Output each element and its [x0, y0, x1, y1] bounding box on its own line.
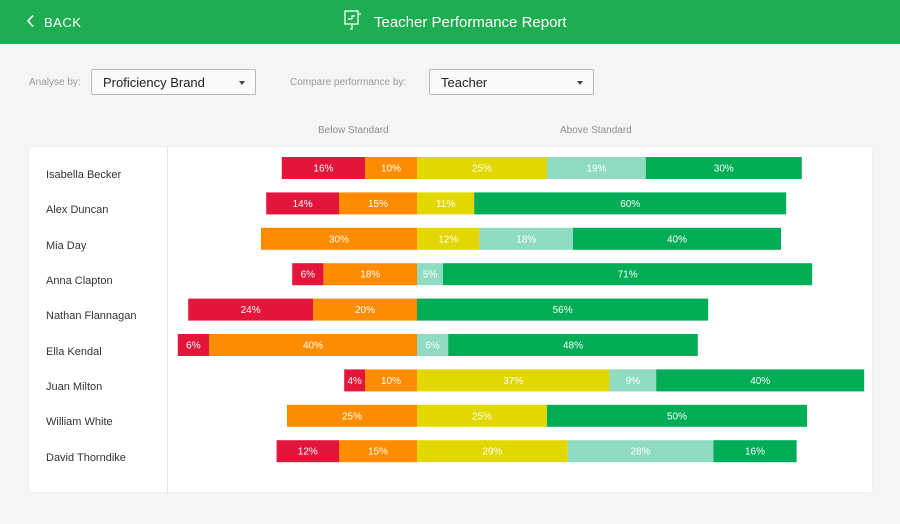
bar-segment-label: 6%	[186, 341, 201, 352]
bar-segment-label: 14%	[293, 199, 313, 210]
back-label: BACK	[44, 14, 82, 30]
bar-segment-label: 40%	[303, 341, 323, 352]
bar-segment-label: 12%	[438, 234, 458, 245]
analyse-by-value: Proficiency Brand	[103, 74, 205, 90]
caret-down-icon	[577, 81, 583, 85]
compare-by-value: Teacher	[441, 74, 488, 90]
header-title-group: Teacher Performance Report	[344, 0, 567, 44]
page-title: Teacher Performance Report	[374, 13, 567, 31]
filter-controls: Analyse by: Proficiency Brand Compare pe…	[0, 69, 900, 97]
bar-segment-label: 6%	[301, 270, 316, 281]
bar-segment-label: 30%	[714, 164, 734, 175]
bar-segment-label: 16%	[745, 447, 765, 458]
analyse-by-label: Analyse by:	[29, 77, 81, 88]
below-standard-label: Below Standard	[318, 125, 389, 136]
bar-segment-label: 11%	[436, 199, 455, 210]
bar-segment-label: 18%	[516, 234, 536, 245]
bar-segment-label: 15%	[368, 199, 388, 210]
bar-segment-label: 56%	[553, 305, 573, 316]
bar-segment-label: 5%	[423, 270, 438, 281]
bar-segment-label: 20%	[355, 305, 375, 316]
bar-segment-label: 10%	[381, 376, 401, 387]
bar-segment-label: 12%	[298, 447, 318, 458]
bar-segment-label: 16%	[313, 164, 333, 175]
bar-segment-label: 25%	[472, 164, 492, 175]
bar-segment-label: 9%	[626, 376, 641, 387]
report-icon	[344, 9, 362, 35]
bar-segment-label: 50%	[667, 411, 687, 422]
bar-segment-label: 24%	[241, 305, 261, 316]
bar-segment-label: 40%	[750, 376, 770, 387]
compare-by-dropdown[interactable]: Teacher	[429, 69, 594, 95]
analyse-by-dropdown[interactable]: Proficiency Brand	[91, 69, 256, 95]
back-button[interactable]: BACK	[26, 0, 81, 44]
bar-segment-label: 37%	[503, 376, 523, 387]
compare-by-label: Compare performance by:	[290, 77, 407, 88]
bar-segment-label: 4%	[347, 376, 362, 387]
bar-segment-label: 15%	[368, 447, 388, 458]
header-bar: BACK Teacher Performance Report	[0, 0, 900, 44]
bar-segment-label: 60%	[620, 199, 640, 210]
bar-segment-label: 25%	[342, 411, 362, 422]
above-standard-label: Above Standard	[560, 125, 632, 136]
bar-segment-label: 40%	[667, 234, 687, 245]
chart-panel: Isabella Becker Alex Duncan Mia Day Anna…	[29, 147, 872, 492]
bar-segment-label: 29%	[482, 447, 502, 458]
bar-segment-label: 6%	[425, 341, 440, 352]
chevron-left-icon	[26, 14, 36, 31]
diverging-stacked-bar-chart: 10% 16% 25% 19% 30% 15% 14% 11% 60% 30% 12% 18% 40% 1…	[177, 157, 865, 463]
bar-segment-label: 10%	[381, 164, 401, 175]
bar-segment-label: 25%	[472, 411, 492, 422]
bar-segment-label: 28%	[631, 447, 651, 458]
bar-segment-label: 18%	[360, 270, 380, 281]
bar-segment-label: 30%	[329, 234, 349, 245]
bar-segment-label: 19%	[586, 164, 606, 175]
bar-segment-label: 71%	[618, 270, 638, 281]
caret-down-icon	[239, 81, 245, 85]
bar-segment-label: 48%	[563, 341, 583, 352]
